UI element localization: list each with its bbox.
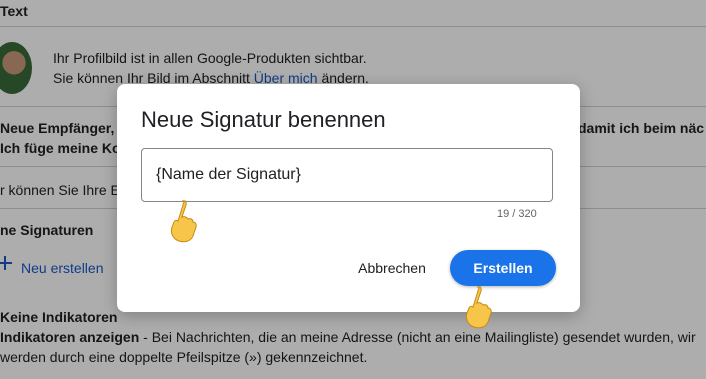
pointing-hand-icon bbox=[170, 200, 197, 243]
name-signature-dialog: Neue Signatur benennen 19 / 320 Abbreche… bbox=[117, 84, 580, 312]
cancel-button[interactable]: Abbrechen bbox=[349, 251, 435, 285]
signature-name-input[interactable] bbox=[156, 163, 536, 187]
signature-name-field[interactable] bbox=[141, 148, 553, 202]
dialog-title: Neue Signatur benennen bbox=[141, 107, 386, 132]
character-counter: 19 / 320 bbox=[497, 208, 537, 220]
create-button[interactable]: Erstellen bbox=[450, 250, 556, 286]
pointing-hand-icon bbox=[465, 286, 492, 329]
